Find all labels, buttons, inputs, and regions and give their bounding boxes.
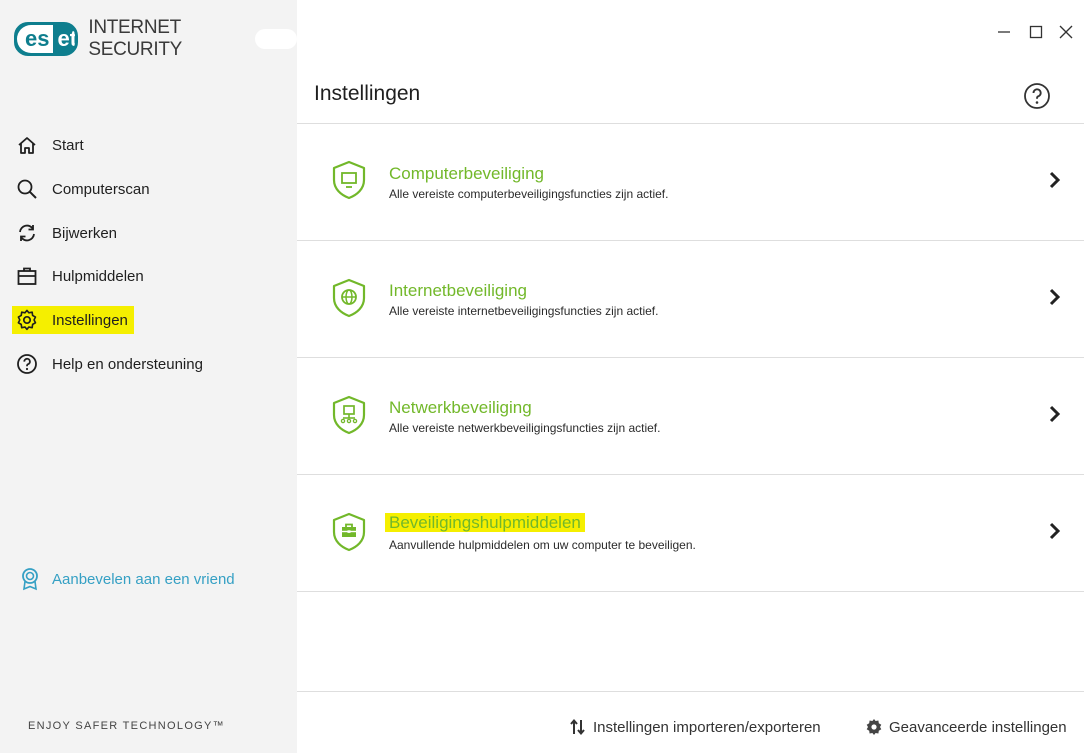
sidebar-item-bijwerken[interactable]: Bijwerken: [16, 219, 117, 247]
maximize-icon: [1029, 25, 1043, 39]
gear-icon: [865, 718, 883, 736]
sidebar-item-computerscan[interactable]: Computerscan: [16, 175, 150, 203]
section-netwerkbeveiliging[interactable]: Netwerkbeveiliging Alle vereiste netwerk…: [297, 358, 1084, 475]
import-export-icon: [569, 718, 587, 736]
section-internetbeveiliging[interactable]: Internetbeveiliging Alle vereiste intern…: [297, 241, 1084, 358]
advanced-settings-link[interactable]: Geavanceerde instellingen: [865, 716, 1067, 738]
sidebar-item-label: Start: [52, 136, 84, 154]
home-icon: [16, 134, 38, 156]
toolbox-icon: [16, 265, 38, 287]
recommend-label: Aanbevelen aan een vriend: [52, 570, 235, 588]
chevron-right-icon[interactable]: [1045, 168, 1065, 192]
sidebar-item-instellingen[interactable]: Instellingen: [12, 306, 134, 334]
sidebar-item-hulpmiddelen[interactable]: Hulpmiddelen: [16, 262, 144, 290]
sidebar-item-label: Instellingen: [52, 311, 128, 329]
section-description: Aanvullende hulpmiddelen om uw computer …: [389, 538, 696, 552]
refresh-icon: [16, 222, 38, 244]
section-title: Netwerkbeveiliging: [389, 398, 532, 417]
sidebar-item-label: Bijwerken: [52, 224, 118, 242]
chevron-right-icon[interactable]: [1045, 519, 1065, 543]
section-description: Alle vereiste internetbeveiligingsfuncti…: [389, 304, 659, 318]
sidebar-item-label: Help en ondersteuning: [52, 355, 203, 373]
page-title: Instellingen: [314, 82, 421, 105]
globe-shield-icon: [331, 278, 367, 318]
section-title: Beveiligingshulpmiddelen: [385, 513, 585, 533]
version-pill: [255, 29, 297, 49]
tagline: ENJOY SAFER TECHNOLOGY™: [28, 720, 225, 732]
close-button[interactable]: [1048, 14, 1084, 50]
section-description: Alle vereiste netwerkbeveiligingsfunctie…: [389, 421, 661, 435]
help-icon: [16, 353, 38, 375]
toolbox-shield-icon: [331, 512, 367, 552]
minimize-button[interactable]: [986, 14, 1022, 50]
product-name: INTERNET SECURITY: [88, 17, 183, 60]
brand-left: es: [17, 25, 54, 53]
main-panel: Instellingen Computerbeveiliging Alle ve…: [297, 0, 1084, 753]
section-title: Internetbeveiliging: [389, 281, 527, 300]
help-button[interactable]: [1023, 82, 1051, 110]
search-icon: [16, 178, 38, 200]
section-description: Alle vereiste computerbeveiligingsfuncti…: [389, 187, 669, 201]
brand-badge: es et: [14, 22, 79, 56]
advanced-settings-label: Geavanceerde instellingen: [889, 718, 1067, 736]
footer-divider: [297, 691, 1084, 692]
sidebar-item-label: Computerscan: [52, 180, 150, 198]
chevron-right-icon[interactable]: [1045, 285, 1065, 309]
section-beveiligingshulpmiddelen[interactable]: Beveiligingshulpmiddelen Aanvullende hul…: [297, 475, 1084, 592]
brand-right: et: [57, 26, 78, 51]
close-icon: [1059, 25, 1073, 39]
section-computerbeveiliging[interactable]: Computerbeveiliging Alle vereiste comput…: [297, 124, 1084, 241]
computer-shield-icon: [331, 160, 367, 200]
network-shield-icon: [331, 395, 367, 435]
sidebar-item-label: Hulpmiddelen: [52, 267, 144, 285]
chevron-right-icon[interactable]: [1045, 402, 1065, 426]
eset-logo: es et INTERNET SECURITY: [14, 17, 297, 60]
sidebar: es et INTERNET SECURITY Start Computersca…: [0, 0, 297, 753]
section-title: Computerbeveiliging: [389, 164, 544, 183]
award-icon: [20, 567, 40, 591]
sidebar-item-help[interactable]: Help en ondersteuning: [16, 350, 203, 378]
divider: [297, 591, 1084, 592]
recommend-friend-link[interactable]: Aanbevelen aan een vriend: [20, 566, 235, 592]
gear-icon: [16, 309, 38, 331]
minimize-icon: [998, 31, 1010, 33]
import-export-label: Instellingen importeren/exporteren: [593, 718, 821, 736]
highlighted-title: Beveiligingshulpmiddelen: [385, 513, 585, 532]
sidebar-item-start[interactable]: Start: [16, 131, 84, 159]
question-icon: [1024, 83, 1050, 109]
import-export-link[interactable]: Instellingen importeren/exporteren: [569, 716, 821, 738]
